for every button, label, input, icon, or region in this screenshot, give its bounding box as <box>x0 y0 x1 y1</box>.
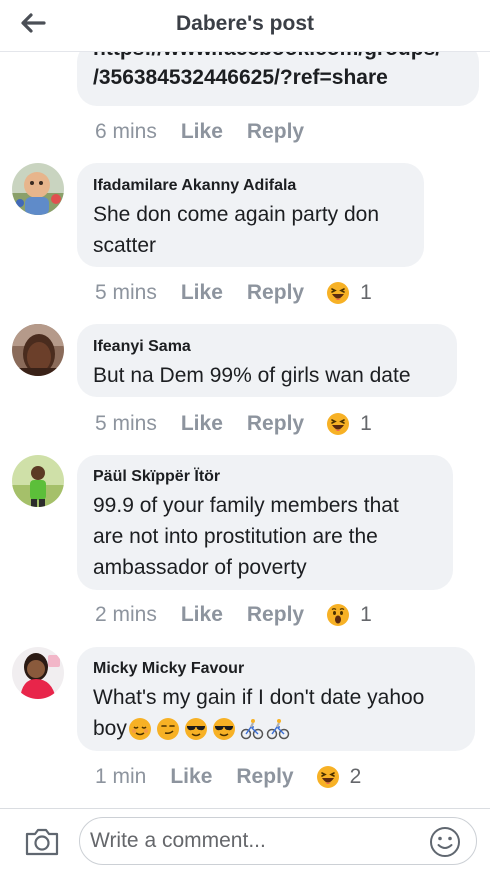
comment-bubble: Ifeanyi Sama But na Dem 99% of girls wan… <box>77 324 457 397</box>
comment-text: ambassador of poverty <box>93 556 307 579</box>
camera-button[interactable] <box>24 826 60 858</box>
comment-author[interactable]: Micky Micky Favour <box>93 660 459 678</box>
comment-text: scatter <box>93 234 157 257</box>
comment-text: But na Dem 99% of girls wan date <box>93 364 411 387</box>
avatar[interactable] <box>12 324 64 376</box>
comment-actions: 2 mins Like Reply 1 <box>95 600 372 630</box>
person-biking-icon <box>266 718 290 739</box>
reaction-summary[interactable]: 1 <box>326 412 372 436</box>
avatar[interactable] <box>12 455 64 507</box>
reaction-summary[interactable]: 1 <box>326 603 372 627</box>
haha-reaction-icon <box>316 766 339 788</box>
comment-text: She don come again party don <box>93 203 380 226</box>
comment-time: 1 min <box>95 765 147 788</box>
comment-input[interactable] <box>79 817 477 865</box>
comment-text: What's my gain if I don't date yahoo <box>93 686 425 709</box>
shared-link-line2[interactable]: /356384532446625/?ref=share <box>93 63 463 93</box>
avatar[interactable] <box>12 647 64 699</box>
comment-time: 5 mins <box>95 281 157 304</box>
comment-actions: 6 mins Like Reply <box>95 117 304 147</box>
comment-actions: 5 mins Like Reply 1 <box>95 278 372 308</box>
reaction-count: 2 <box>349 765 362 788</box>
comment-actions: 1 min Like Reply 2 <box>95 762 361 792</box>
reaction-summary[interactable]: 1 <box>326 281 372 305</box>
reply-button[interactable]: Reply <box>247 281 304 305</box>
page-title: Dabere's post <box>175 12 315 35</box>
comment-time: 6 mins <box>95 120 157 143</box>
comment-author[interactable]: Ifadamilare Akanny Adifala <box>93 177 408 195</box>
wow-reaction-icon <box>327 604 350 626</box>
comment-bubble: Päül Skïppër Ïtör 99.9 of your family me… <box>77 455 453 590</box>
reply-button[interactable]: Reply <box>236 765 293 789</box>
relieved-face-icon <box>128 717 151 740</box>
smirking-face-icon <box>156 717 179 740</box>
comments-feed[interactable]: https://www.facebook.com/groups/ /356384… <box>0 52 490 808</box>
comment-author[interactable]: Päül Skïppër Ïtör <box>93 468 437 486</box>
comment-bubble: Ifadamilare Akanny Adifala She don come … <box>77 163 424 267</box>
like-button[interactable]: Like <box>170 765 212 789</box>
sunglasses-face-icon <box>212 717 235 740</box>
like-button[interactable]: Like <box>181 120 223 144</box>
reply-button[interactable]: Reply <box>247 120 304 144</box>
person-biking-icon <box>240 718 264 739</box>
comment-text: are not into prostitution are the <box>93 525 378 548</box>
emoji-button[interactable] <box>429 826 461 858</box>
post-header: Dabere's post <box>0 0 490 52</box>
camera-icon <box>25 828 59 856</box>
comment-text-line: boy <box>93 713 459 744</box>
comment-text: boy <box>93 717 127 740</box>
comment-bubble: https://www.facebook.com/groups/ /356384… <box>77 52 479 106</box>
comment-text: 99.9 of your family members that <box>93 494 399 517</box>
comment-time: 2 mins <box>95 603 157 626</box>
smiley-icon <box>430 827 460 857</box>
reaction-count: 1 <box>360 603 372 626</box>
reaction-count: 1 <box>360 281 372 304</box>
reaction-summary[interactable]: 2 <box>316 765 362 789</box>
reply-button[interactable]: Reply <box>247 412 304 436</box>
like-button[interactable]: Like <box>181 603 223 627</box>
comment-composer <box>0 808 490 873</box>
comment-time: 5 mins <box>95 412 157 435</box>
avatar[interactable] <box>12 163 64 215</box>
like-button[interactable]: Like <box>181 281 223 305</box>
haha-reaction-icon <box>327 413 350 435</box>
comment-bubble: Micky Micky Favour What's my gain if I d… <box>77 647 475 751</box>
comment-actions: 5 mins Like Reply 1 <box>95 409 372 439</box>
comment-author[interactable]: Ifeanyi Sama <box>93 338 441 356</box>
like-button[interactable]: Like <box>181 412 223 436</box>
haha-reaction-icon <box>327 282 350 304</box>
reaction-count: 1 <box>360 412 372 435</box>
reply-button[interactable]: Reply <box>247 603 304 627</box>
sunglasses-face-icon <box>184 717 207 740</box>
